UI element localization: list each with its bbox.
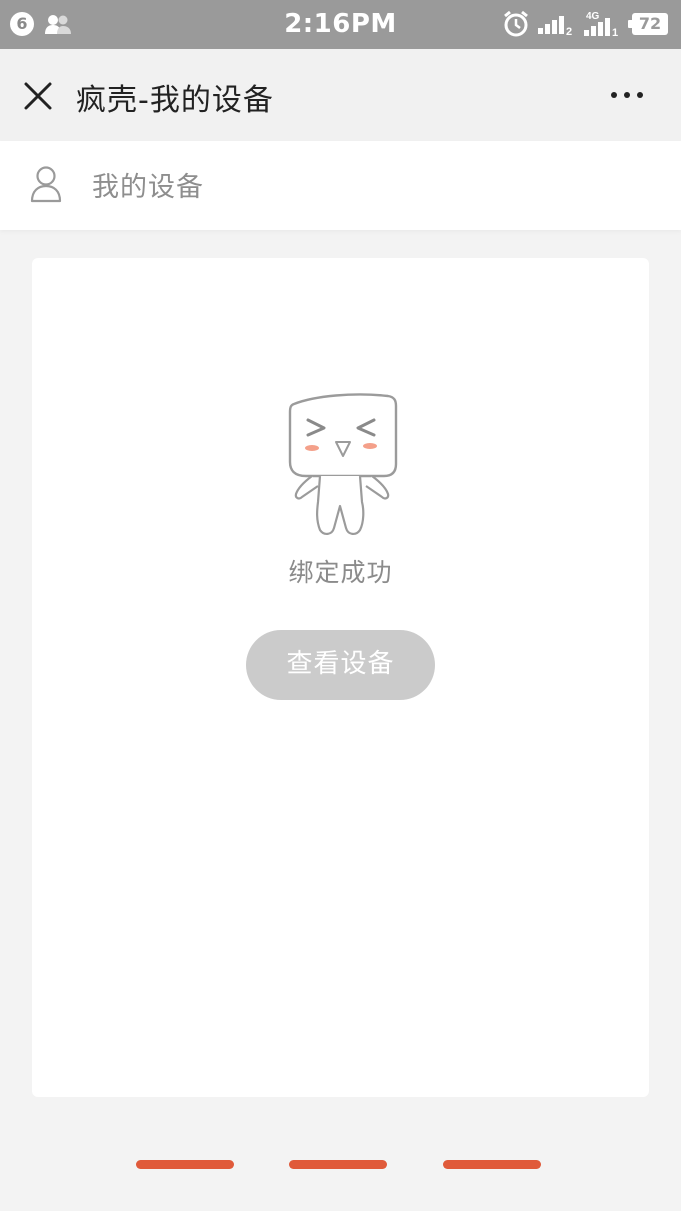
user-icon xyxy=(30,166,62,203)
title-bar: 疯壳-我的设备 xyxy=(0,49,681,141)
mascot-image xyxy=(288,393,398,535)
section-title: 我的设备 xyxy=(92,172,204,203)
status-bar: 6 2:16PM 2 4G 1 72 xyxy=(0,0,681,49)
status-time: 2:16PM xyxy=(284,9,397,39)
page-indicator-2[interactable] xyxy=(289,1160,387,1169)
page-indicator-1[interactable] xyxy=(136,1160,234,1169)
network-type-label: 4G xyxy=(586,11,600,22)
close-icon[interactable] xyxy=(20,78,56,114)
page-title: 疯壳-我的设备 xyxy=(76,83,274,118)
signal-sim2-icon: 4G 1 xyxy=(584,11,618,38)
alarm-icon xyxy=(504,10,528,37)
signal-sim1-icon: 2 xyxy=(538,16,572,36)
result-card: 绑定成功 查看设备 xyxy=(32,258,649,1097)
more-icon[interactable] xyxy=(604,83,650,107)
svg-text:1: 1 xyxy=(612,27,618,38)
svg-text:2: 2 xyxy=(566,26,572,36)
page-indicator-3[interactable] xyxy=(443,1160,541,1169)
bind-success-message: 绑定成功 xyxy=(288,558,393,587)
battery-level: 72 xyxy=(638,14,662,33)
view-device-button[interactable]: 查看设备 xyxy=(246,630,435,700)
device-section-header[interactable]: 我的设备 xyxy=(0,141,681,230)
battery-icon: 72 xyxy=(628,13,668,35)
